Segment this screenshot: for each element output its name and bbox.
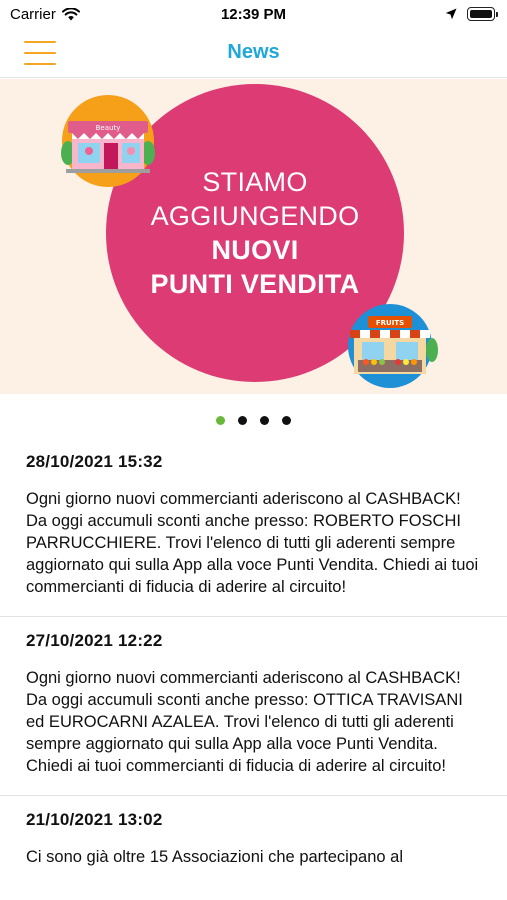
svg-text:FRUITS: FRUITS (376, 319, 404, 327)
news-item[interactable]: 27/10/2021 12:22 Ogni giorno nuovi comme… (0, 617, 507, 796)
carrier-label: Carrier (10, 5, 56, 23)
banner-line-4: PUNTI VENDITA (150, 269, 360, 299)
banner-line-2: AGGIUNGENDO (150, 201, 360, 231)
fruit-shop-icon: FRUITS (350, 316, 438, 374)
svg-text:Beauty: Beauty (96, 124, 121, 132)
banner-slide[interactable]: STIAMO AGGIUNGENDO NUOVI PUNTI VENDITA B… (0, 79, 507, 394)
hamburger-line (24, 52, 56, 54)
hamburger-line (24, 63, 56, 65)
page-title: News (227, 41, 280, 63)
carousel-page-indicator (0, 416, 507, 425)
wifi-icon (61, 7, 80, 20)
news-date: 27/10/2021 12:22 (26, 631, 163, 650)
news-date: 28/10/2021 15:32 (26, 452, 163, 471)
news-item[interactable]: 28/10/2021 15:32 Ogni giorno nuovi comme… (0, 438, 507, 617)
news-text: Ogni giorno nuovi commercianti aderiscon… (26, 669, 463, 775)
news-text: Ogni giorno nuovi commercianti aderiscon… (26, 490, 479, 596)
fruit-shop-illustration: FRUITS (348, 304, 438, 388)
status-left: Carrier (10, 6, 80, 23)
location-arrow-icon (445, 8, 457, 20)
status-right (445, 7, 498, 21)
news-list: 28/10/2021 15:32 Ogni giorno nuovi comme… (0, 438, 507, 886)
navigation-bar: News (0, 28, 507, 78)
carousel-dot-3[interactable] (260, 416, 269, 425)
carousel-dot-4[interactable] (282, 416, 291, 425)
battery-icon (467, 7, 498, 21)
carousel-dot-1[interactable] (216, 416, 225, 425)
hamburger-menu-button[interactable] (24, 41, 56, 65)
status-bar: Carrier 12:39 PM (0, 0, 507, 28)
banner-line-1: STIAMO (202, 167, 308, 197)
news-text: Ci sono già oltre 15 Associazioni che pa… (26, 848, 403, 866)
news-date: 21/10/2021 13:02 (26, 810, 163, 829)
banner-line-3: NUOVI (211, 235, 299, 265)
hamburger-line (24, 41, 56, 43)
news-item[interactable]: 21/10/2021 13:02 Ci sono già oltre 15 As… (0, 796, 507, 886)
beauty-shop-icon: Beauty (61, 121, 155, 173)
carousel-dot-2[interactable] (238, 416, 247, 425)
beauty-shop-illustration: Beauty (61, 95, 155, 187)
